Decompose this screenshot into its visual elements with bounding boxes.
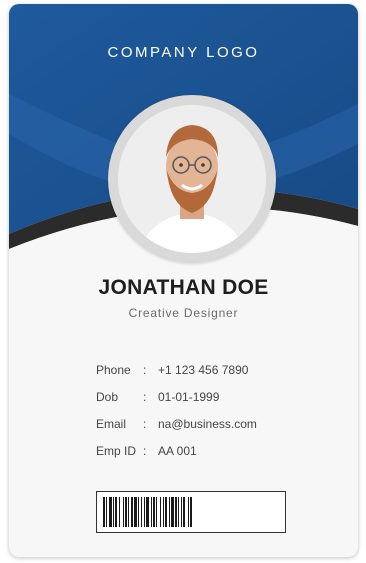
profile-photo xyxy=(118,105,266,253)
id-card: COMPANY LOGO JONATHAN DOE Creative Desig… xyxy=(9,4,358,557)
employee-name: JONATHAN DOE xyxy=(98,276,269,299)
barcode-icon xyxy=(103,497,192,527)
info-label: Emp ID xyxy=(96,443,137,458)
profile-photo-frame xyxy=(108,95,276,263)
info-colon: : xyxy=(143,416,147,431)
info-label: Dob xyxy=(96,389,119,404)
info-value: 01-01-1999 xyxy=(158,389,220,404)
info-row-emp-id: Emp ID : AA 001 xyxy=(96,437,257,464)
company-logo-text: COMPANY LOGO xyxy=(107,44,260,61)
barcode xyxy=(96,491,286,533)
info-colon: : xyxy=(143,362,147,377)
info-value: na@business.com xyxy=(158,416,257,431)
info-colon: : xyxy=(143,443,147,458)
info-row-email: Email : na@business.com xyxy=(96,410,257,437)
info-value: AA 001 xyxy=(158,443,197,458)
info-colon: : xyxy=(143,389,147,404)
info-row-phone: Phone : +1 123 456 7890 xyxy=(96,356,257,383)
info-label: Email xyxy=(96,416,127,431)
employee-title: Creative Designer xyxy=(128,306,239,320)
employee-info: Phone : +1 123 456 7890 Dob : 01-01-1999… xyxy=(96,356,257,464)
info-value: +1 123 456 7890 xyxy=(158,362,249,377)
info-label: Phone xyxy=(96,362,131,377)
info-row-dob: Dob : 01-01-1999 xyxy=(96,383,257,410)
